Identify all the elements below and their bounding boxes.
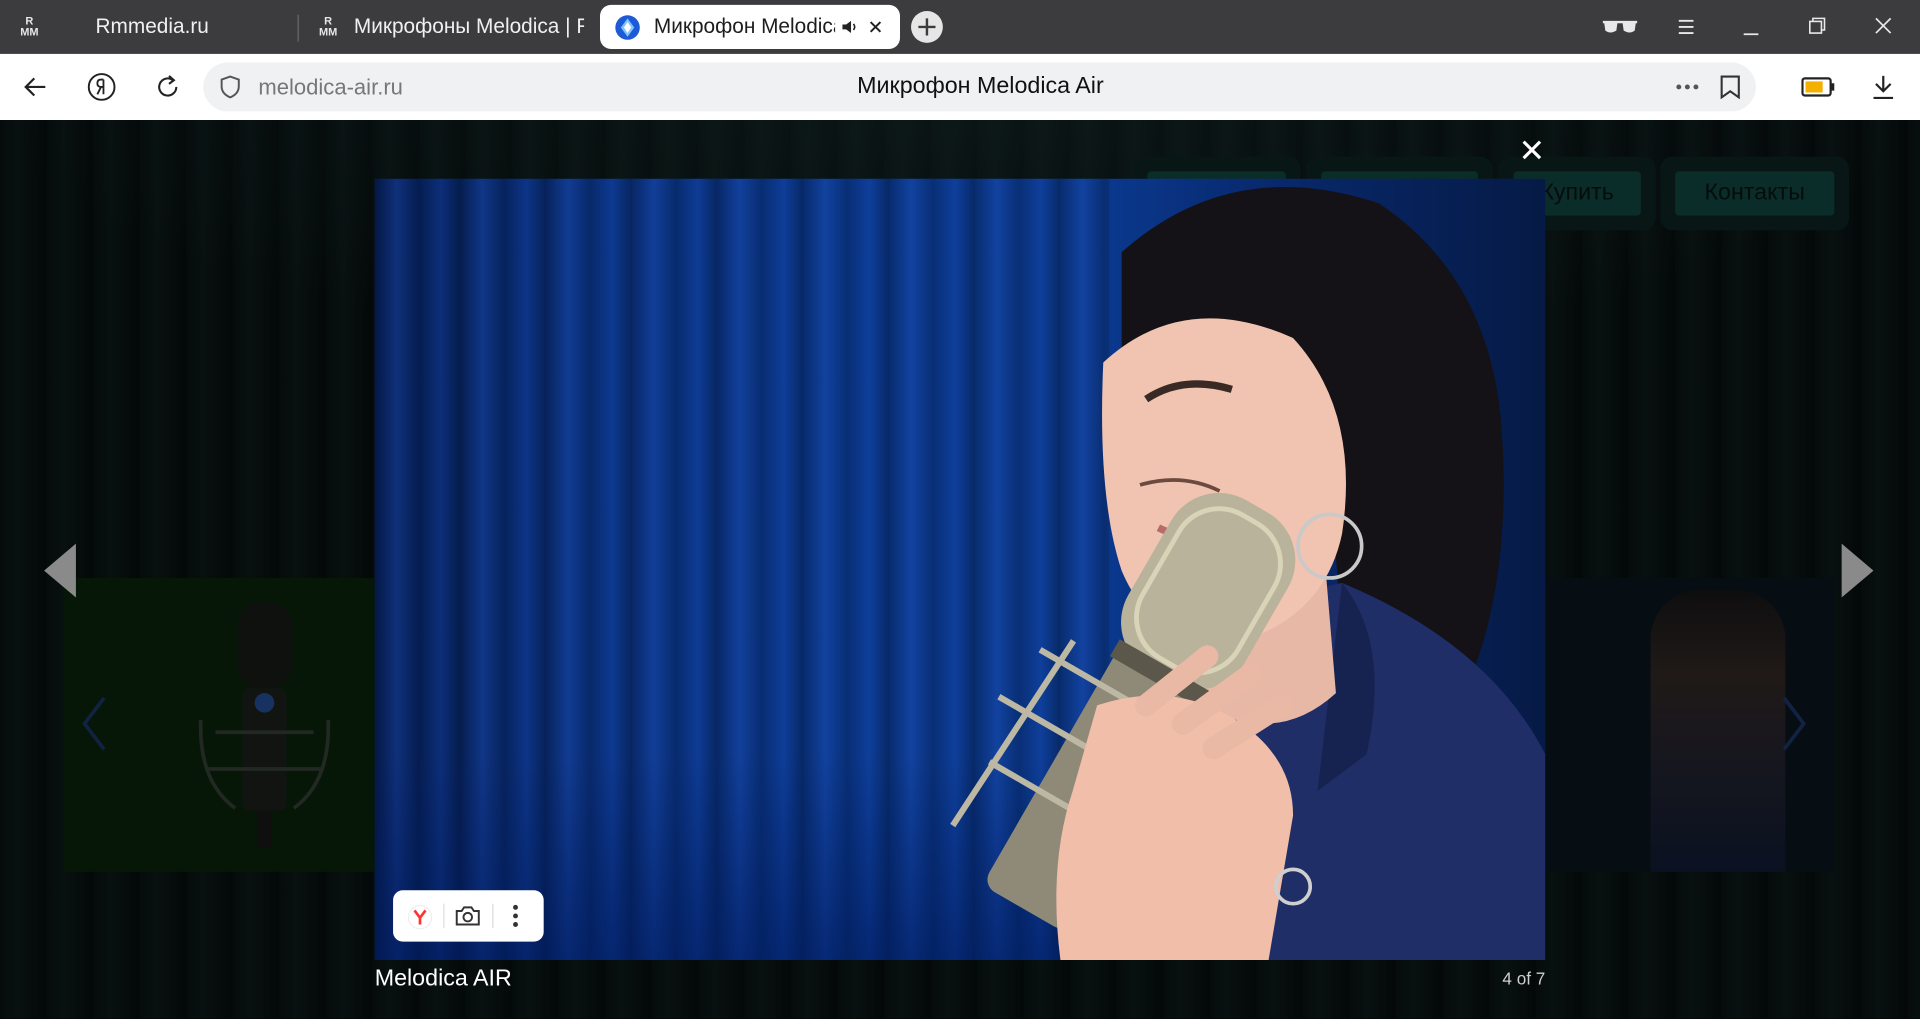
site-security-shield-icon[interactable] [218, 75, 242, 99]
rmm-logo-icon: R MM [316, 15, 340, 38]
tab-rmmedia[interactable]: Rmmedia.ru [73, 5, 293, 49]
tab-title: Rmmedia.ru [95, 14, 209, 38]
lightbox-counter: 4 of 7 [1502, 968, 1546, 989]
tab-melodica-air-active[interactable]: Микрофон Melodica [600, 4, 901, 49]
minimize-window-icon[interactable] [1742, 24, 1759, 36]
camera-screenshot-icon[interactable] [454, 904, 481, 928]
toolbar-divider [443, 903, 445, 929]
speaker-audio-icon[interactable] [841, 20, 858, 35]
lightbox-photo[interactable] [374, 178, 1546, 961]
lightbox-caption: Melodica AIR [374, 966, 512, 992]
close-window-icon[interactable] [1875, 17, 1892, 34]
tab-title: Микрофоны Melodica | Rm [353, 14, 585, 38]
more-vertical-dots-icon[interactable] [512, 904, 519, 928]
menu-hamburger-icon[interactable] [1678, 18, 1695, 35]
bookmark-icon[interactable] [1719, 75, 1741, 100]
melodica-favicon-icon [615, 15, 640, 40]
more-options-dots-icon[interactable] [1675, 83, 1699, 90]
url-text[interactable]: melodica-air.ru [258, 73, 403, 100]
page-title: Микрофон Melodica Air [857, 73, 1104, 100]
downloads-icon[interactable] [1871, 73, 1895, 100]
singer-with-microphone-image [950, 186, 1546, 961]
incognito-glasses-icon[interactable] [1602, 17, 1639, 37]
reload-icon[interactable] [154, 73, 181, 100]
lightbox-close-button[interactable]: ✕ [1516, 135, 1548, 167]
tab-strip: R MM Rmmedia.ru R MM Микрофоны Melodica … [0, 0, 1920, 54]
logo-letters-mm: MM [20, 25, 39, 38]
gallery-next-arrow-icon[interactable] [1837, 541, 1876, 602]
new-tab-plus-icon[interactable] [910, 10, 944, 44]
next-arrow-triangle [1841, 543, 1874, 598]
close-tab-icon[interactable] [868, 20, 883, 35]
image-action-toolbar [393, 890, 544, 942]
browser-window: R MM Rmmedia.ru R MM Микрофоны Melodica … [0, 0, 1920, 1019]
toolbar-divider [492, 903, 494, 929]
yandex-search-image-icon[interactable] [407, 904, 433, 930]
tab-title: Микрофон Melodica [653, 14, 836, 38]
favicon-letters-mm: MM [318, 25, 338, 38]
tab-divider [297, 14, 299, 42]
restore-window-icon[interactable] [1809, 17, 1826, 34]
back-arrow-icon[interactable] [23, 75, 47, 99]
tab-melodica-rmmedia[interactable]: R MM Микрофоны Melodica | Rm [306, 5, 588, 49]
battery-saver-icon[interactable] [1801, 76, 1835, 98]
app-logo-icon[interactable]: R MM [16, 15, 43, 38]
prev-arrow-triangle [44, 543, 76, 598]
yandex-home-icon[interactable] [87, 72, 116, 101]
gallery-prev-arrow-icon[interactable] [44, 541, 83, 602]
